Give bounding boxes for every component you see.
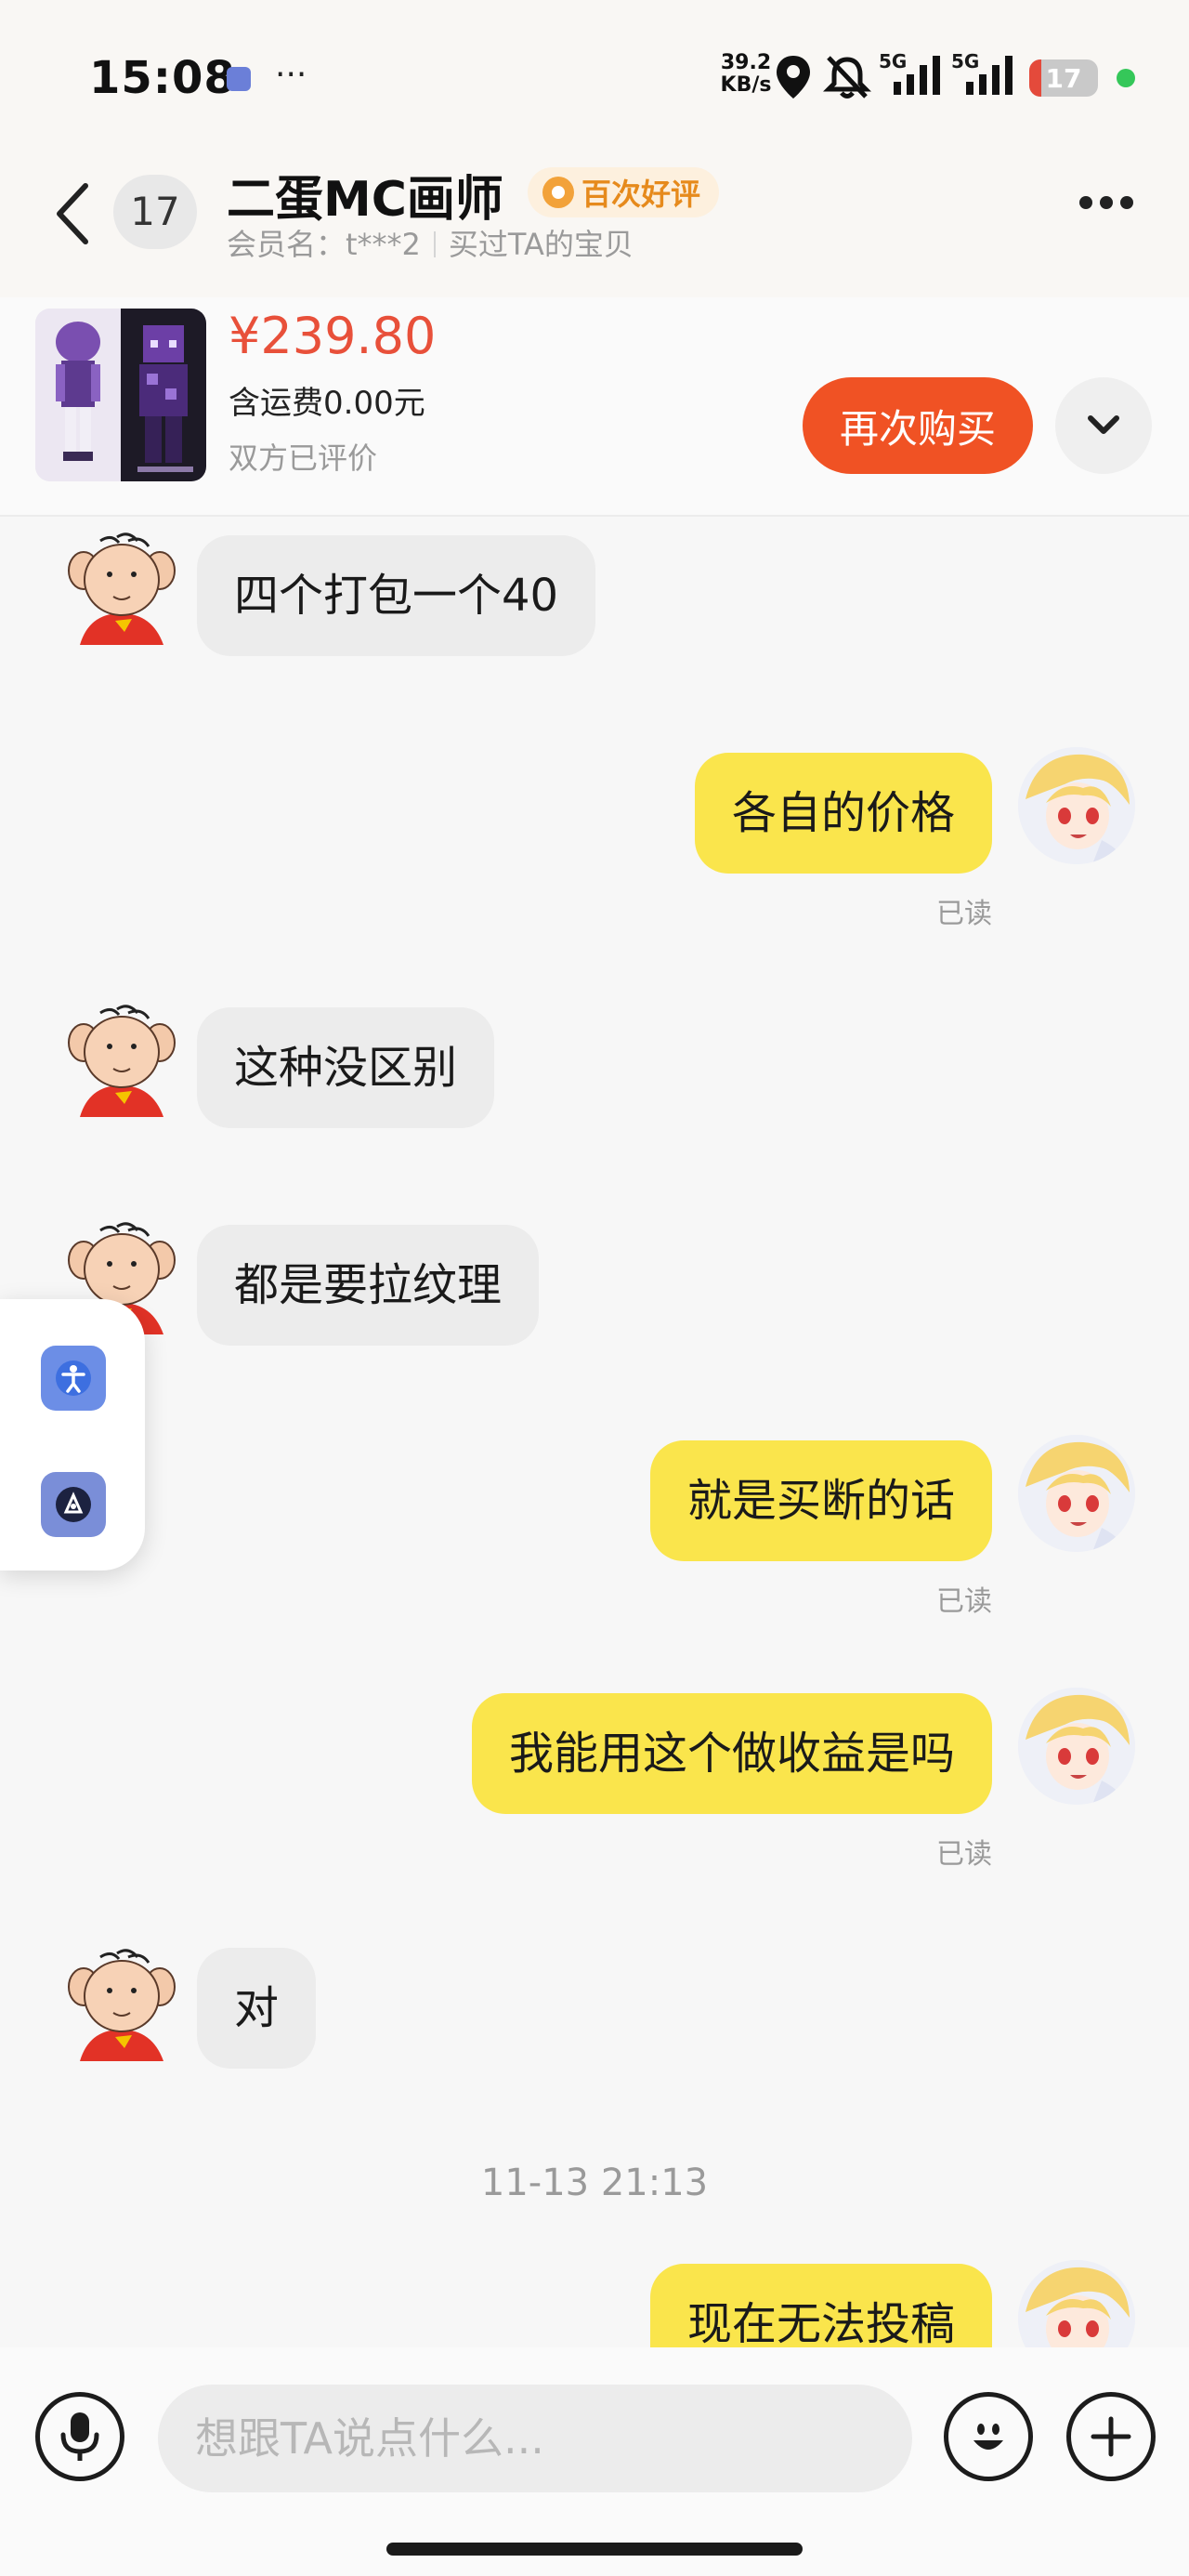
read-receipt: 已读 (936, 1585, 992, 1618)
privacy-indicator-dot (1117, 69, 1135, 87)
expand-card-button[interactable] (1055, 377, 1152, 474)
product-thumbnail[interactable] (35, 309, 206, 481)
seller-avatar[interactable] (63, 1000, 180, 1117)
medal-icon (542, 177, 574, 208)
network-speed-unit: KB/s (720, 73, 772, 97)
chevron-down-icon (1088, 415, 1119, 434)
unread-count-badge[interactable]: 17 (113, 175, 197, 249)
assistant-icon (56, 1487, 91, 1522)
app-notification-icon (227, 67, 251, 91)
seller-avatar[interactable] (63, 528, 180, 645)
message-bubble-sent[interactable]: 就是买断的话 (649, 1440, 992, 1561)
member-name: 会员名：t***2 (227, 227, 421, 262)
my-avatar[interactable] (1018, 747, 1135, 864)
message-bubble-received[interactable]: 四个打包一个40 (197, 535, 596, 656)
buy-again-button[interactable]: 再次购买 (803, 377, 1033, 474)
shop-name[interactable]: 二蛋MC画师 (227, 160, 503, 230)
battery-icon: 17 (1029, 59, 1098, 97)
network-speed-value: 39.2 (720, 51, 772, 74)
message-bubble-sent[interactable]: 我能用这个做收益是吗 (471, 1693, 992, 1814)
status-more-icon: ··· (275, 56, 307, 94)
message-bubble-received[interactable]: 都是要拉纹理 (197, 1225, 540, 1346)
mute-bell-icon (823, 56, 871, 99)
status-time: 15:08 (89, 52, 236, 104)
home-indicator[interactable] (386, 2543, 803, 2556)
signal-icon-1: 5G (879, 50, 947, 99)
message-input[interactable] (158, 2385, 912, 2492)
signal-icon-2: 5G (951, 50, 1020, 99)
battery-level: 17 (1045, 63, 1082, 94)
emoji-button[interactable] (944, 2392, 1033, 2481)
accessibility-button[interactable] (41, 1346, 106, 1411)
message-bubble-sent[interactable]: 各自的价格 (694, 753, 992, 874)
product-card[interactable]: ¥239.80 含运费0.00元 双方已评价 再次购买 (0, 297, 1189, 517)
chat-timestamp: 11-13 21:13 (480, 2162, 709, 2204)
review-status: 双方已评价 (229, 440, 378, 476)
my-avatar[interactable] (1018, 1435, 1135, 1552)
member-info: 会员名：t***2 买过TA的宝贝 (227, 221, 634, 264)
floating-accessibility-panel[interactable] (0, 1299, 145, 1571)
voice-input-button[interactable] (35, 2392, 124, 2481)
status-bar: 15:08 ··· 39.2 KB/s 5G 5G 17 (0, 0, 1189, 139)
message-bubble-received[interactable]: 这种没区别 (197, 1007, 495, 1128)
message-bubble-sent[interactable]: 现在无法投稿 (649, 2264, 992, 2347)
back-button[interactable] (50, 177, 97, 251)
seller-avatar[interactable] (63, 1944, 180, 2061)
product-price: ¥239.80 (229, 307, 437, 365)
review-badge-label: 百次好评 (581, 177, 701, 212)
purchase-note[interactable]: 买过TA的宝贝 (449, 227, 634, 262)
message-list[interactable]: 四个打包一个40 各自的价格 已读 这种没区别 都是要拉纹理 就是买断的话 已读… (0, 517, 1189, 2347)
accessibility-icon (56, 1360, 91, 1396)
my-avatar[interactable] (1018, 1688, 1135, 1805)
network-speed: 39.2 KB/s (713, 52, 778, 97)
shipping-info: 含运费0.00元 (229, 385, 425, 422)
message-bubble-received[interactable]: 对 (197, 1948, 317, 2069)
my-avatar[interactable] (1018, 2260, 1135, 2347)
read-receipt: 已读 (936, 1838, 992, 1871)
plus-icon (1091, 2416, 1131, 2457)
microphone-icon (60, 2412, 99, 2461)
more-actions-button[interactable] (1066, 2392, 1156, 2481)
assistant-button[interactable] (41, 1472, 106, 1537)
read-receipt: 已读 (936, 898, 992, 930)
review-badge: 百次好评 (528, 167, 720, 217)
location-icon (777, 56, 810, 99)
chat-header: 17 二蛋MC画师 百次好评 会员名：t***2 买过TA的宝贝 (0, 139, 1189, 297)
more-options-button[interactable] (1076, 195, 1150, 232)
emoji-icon (973, 2424, 1003, 2450)
